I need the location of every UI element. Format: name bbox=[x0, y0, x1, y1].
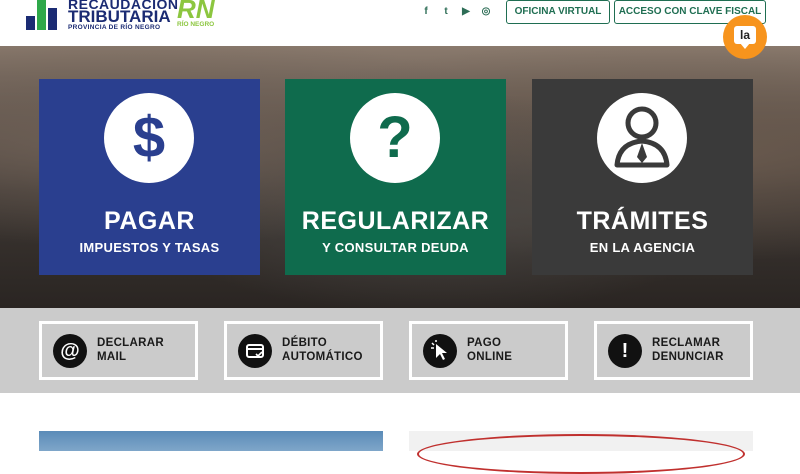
quick-link-label: RECLAMAR DENUNCIAR bbox=[652, 337, 724, 363]
red-oval-graphic bbox=[417, 434, 745, 474]
logo-bars-icon bbox=[26, 0, 62, 30]
dollar-icon: $ bbox=[104, 93, 194, 183]
reclamar-denunciar-button[interactable]: ! RECLAMAR DENUNCIAR bbox=[594, 321, 753, 380]
cursor-click-icon bbox=[423, 334, 457, 368]
hero-section: $ PAGAR IMPUESTOS Y TASAS ? REGULARIZAR … bbox=[0, 46, 800, 308]
quick-links-band: @ DECLARAR MAIL DÉBITO AUTOMÁTICO PAGO O… bbox=[0, 308, 800, 393]
question-icon: ? bbox=[350, 93, 440, 183]
oficina-virtual-button[interactable]: OFICINA VIRTUAL bbox=[506, 0, 610, 24]
card-title: PAGAR bbox=[104, 207, 195, 235]
pago-online-button[interactable]: PAGO ONLINE bbox=[409, 321, 568, 380]
debito-automatico-button[interactable]: DÉBITO AUTOMÁTICO bbox=[224, 321, 383, 380]
at-sign-icon: @ bbox=[53, 334, 87, 368]
news-thumbnail-right[interactable] bbox=[409, 431, 753, 474]
quick-link-label: PAGO ONLINE bbox=[467, 337, 513, 363]
instagram-icon[interactable]: ◎ bbox=[480, 6, 492, 18]
rio-negro-logo-label: RÍO NEGRO bbox=[177, 21, 215, 28]
card-subtitle: EN LA AGENCIA bbox=[589, 240, 696, 255]
quick-link-label: DÉBITO AUTOMÁTICO bbox=[282, 337, 363, 363]
logo-text-line3: PROVINCIA DE RÍO NEGRO bbox=[68, 24, 161, 31]
facebook-icon[interactable]: f bbox=[420, 6, 432, 18]
card-title: REGULARIZAR bbox=[301, 207, 490, 235]
quick-link-label: DECLARAR MAIL bbox=[97, 337, 164, 363]
chat-widget-button[interactable]: la bbox=[723, 15, 767, 59]
tramites-card[interactable]: TRÁMITES EN LA AGENCIA bbox=[532, 79, 753, 275]
news-section bbox=[0, 393, 800, 474]
news-thumbnail-left[interactable] bbox=[39, 431, 383, 451]
card-check-icon bbox=[238, 334, 272, 368]
youtube-icon[interactable]: ▶ bbox=[460, 6, 472, 18]
pagar-card[interactable]: $ PAGAR IMPUESTOS Y TASAS bbox=[39, 79, 260, 275]
chat-bubble-icon: la bbox=[734, 26, 756, 49]
regularizar-card[interactable]: ? REGULARIZAR Y CONSULTAR DEUDA bbox=[285, 79, 506, 275]
site-header: RECAUDACIÓN TRIBUTARIA PROVINCIA DE RÍO … bbox=[0, 0, 800, 46]
agent-person-icon bbox=[597, 93, 687, 183]
card-subtitle: IMPUESTOS Y TASAS bbox=[79, 240, 220, 255]
exclamation-icon: ! bbox=[608, 334, 642, 368]
declarar-mail-button[interactable]: @ DECLARAR MAIL bbox=[39, 321, 198, 380]
twitter-icon[interactable]: t bbox=[440, 6, 452, 18]
card-title: TRÁMITES bbox=[576, 207, 709, 235]
card-subtitle: Y CONSULTAR DEUDA bbox=[322, 240, 469, 255]
